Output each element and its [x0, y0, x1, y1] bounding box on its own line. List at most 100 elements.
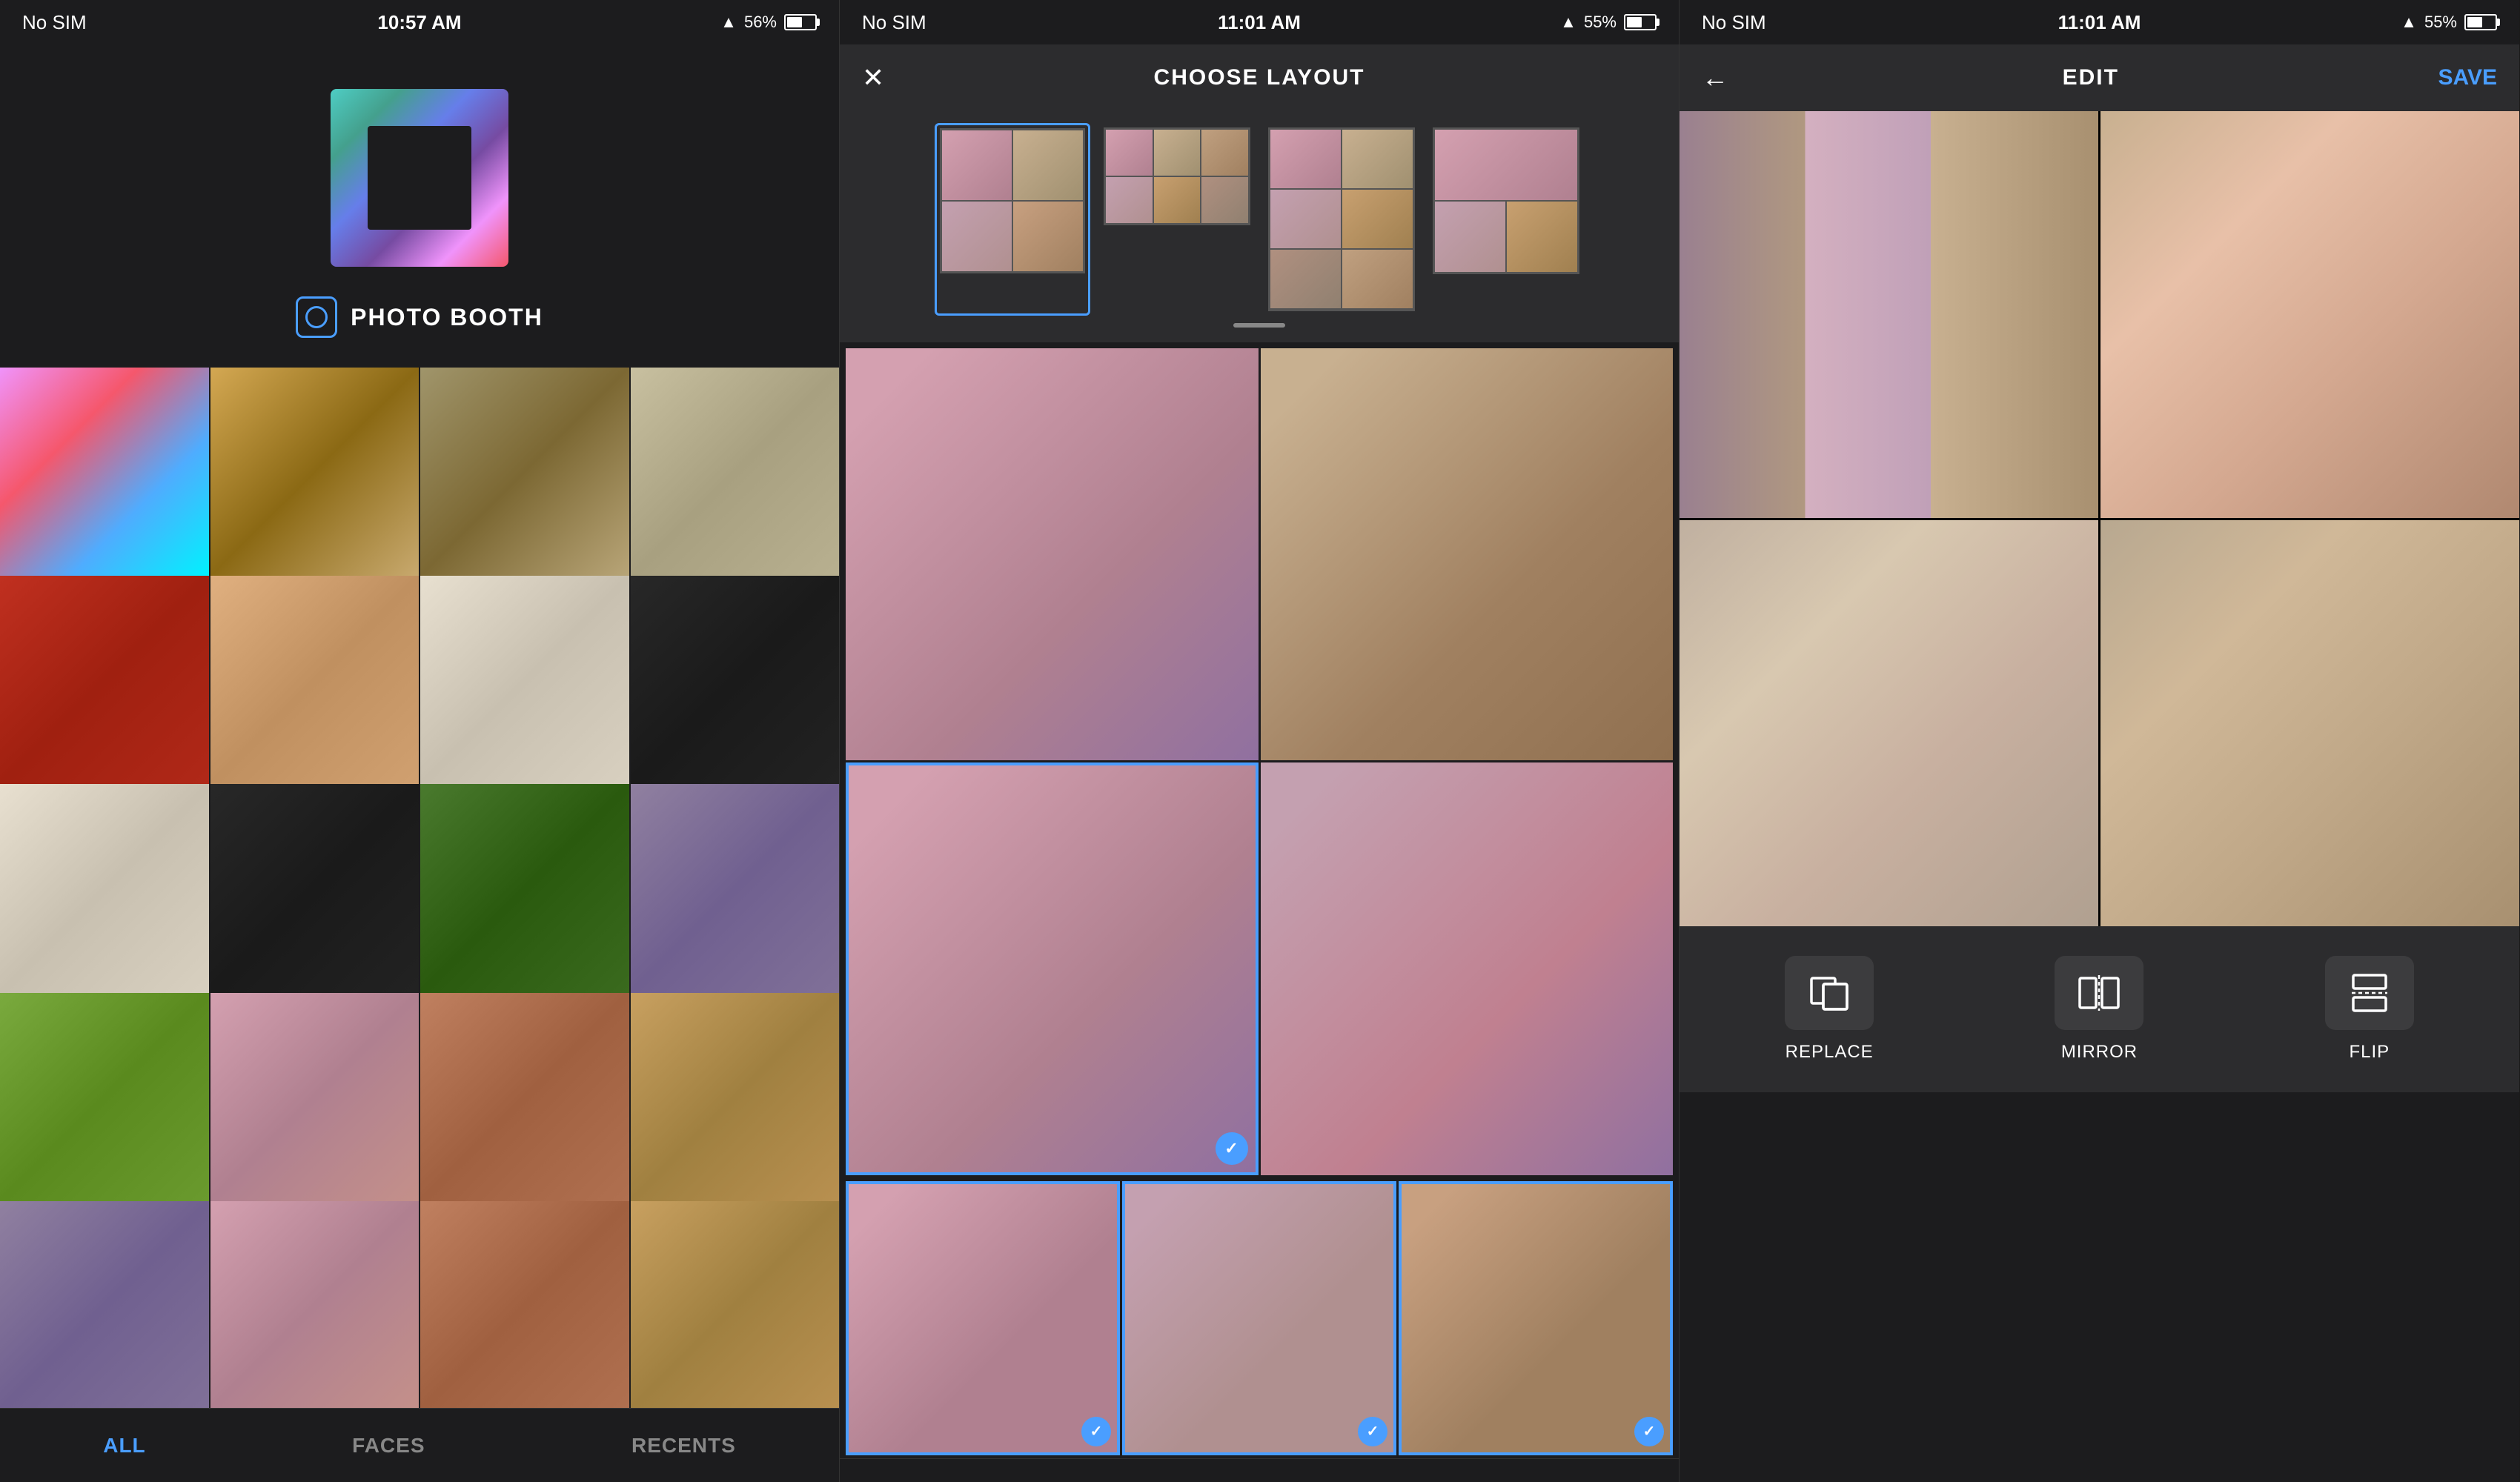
edit-cell-tl[interactable] — [1680, 111, 2098, 518]
battery-icon-1 — [784, 14, 817, 30]
time-2: 11:01 AM — [1218, 11, 1301, 34]
close-button[interactable]: ✕ — [862, 62, 884, 93]
layout-option-4[interactable] — [1428, 123, 1584, 316]
photo-cell[interactable] — [0, 576, 209, 785]
photo-cell[interactable] — [631, 368, 840, 576]
photo-grid — [0, 368, 839, 1408]
selected-cell-4[interactable] — [1261, 762, 1674, 1175]
sel-r2-2[interactable]: ✓ — [1122, 1181, 1396, 1455]
check-r2-3: ✓ — [1634, 1417, 1664, 1446]
carrier-2: No SIM — [862, 11, 926, 34]
edit-cell-bl[interactable] — [1680, 520, 2098, 927]
status-bar-3: No SIM 11:01 AM ▲ 55% — [1680, 0, 2519, 44]
photo-cell[interactable] — [0, 993, 209, 1202]
photo-cell[interactable] — [0, 368, 209, 576]
photo-cell[interactable] — [210, 993, 420, 1202]
photo-cell[interactable] — [420, 784, 629, 993]
layout-option-2x2[interactable] — [935, 123, 1090, 316]
photo-cell[interactable] — [0, 1201, 209, 1408]
check-icon-3: ✓ — [1216, 1132, 1248, 1165]
camera-icon — [296, 296, 337, 338]
photo-cell[interactable] — [631, 784, 840, 993]
layout-options-row — [852, 123, 1667, 316]
photo-cell[interactable] — [631, 576, 840, 785]
square-center-hole — [368, 126, 471, 230]
carrier-3: No SIM — [1702, 11, 1766, 34]
check-r2-1: ✓ — [1081, 1417, 1111, 1446]
edit-toolbar: REPLACE MIRROR — [1680, 926, 2519, 1092]
layout-option-tall[interactable] — [1264, 123, 1419, 316]
replace-tool[interactable]: REPLACE — [1785, 956, 1874, 1063]
photo-cell[interactable] — [420, 1201, 629, 1408]
battery-icon-3 — [2464, 14, 2497, 30]
back-button[interactable]: ← — [1702, 62, 1728, 93]
mirror-label: MIRROR — [2061, 1042, 2138, 1063]
selected-photos-area: ✓ — [840, 342, 1679, 1181]
replace-label: REPLACE — [1785, 1042, 1874, 1063]
status-right-2: ▲ 55% — [1560, 13, 1657, 32]
selected-photos-row2: ✓ ✓ ✓ — [840, 1181, 1679, 1458]
edit-cell-tr[interactable] — [2100, 111, 2519, 518]
photo-cell[interactable] — [210, 784, 420, 993]
photo-cell[interactable] — [210, 1201, 420, 1408]
save-button[interactable]: SAVE — [2438, 65, 2497, 90]
mirror-icon — [2077, 971, 2121, 1015]
battery-text-1: 56% — [744, 13, 777, 32]
photo-cell[interactable] — [631, 1201, 840, 1408]
tab-recents-1[interactable]: RECENTS — [631, 1434, 736, 1458]
camera-lens-icon — [305, 306, 328, 328]
photo-cell[interactable] — [420, 993, 629, 1202]
status-bar-1: No SIM 10:57 AM ▲ 56% — [0, 0, 839, 44]
flip-icon — [2347, 971, 2392, 1015]
edit-cell-br[interactable] — [2100, 520, 2519, 927]
tab-all-1[interactable]: ALL — [103, 1434, 145, 1458]
flip-icon-box — [2325, 956, 2414, 1030]
selected-cell-2[interactable] — [1261, 348, 1674, 761]
app-title: PHOTO BOOTH — [351, 304, 543, 331]
selected-cell-1[interactable] — [846, 348, 1259, 761]
logo-row: PHOTO BOOTH — [296, 296, 543, 338]
mirror-tool[interactable]: MIRROR — [2055, 956, 2143, 1063]
sel-r2-1[interactable]: ✓ — [846, 1181, 1120, 1455]
status-right-3: ▲ 55% — [2401, 13, 2497, 32]
selection-grid: ✓ — [846, 348, 1673, 1175]
bottom-tabs-1: ALL FACES RECENTS — [0, 1408, 839, 1482]
flip-label: FLIP — [2349, 1042, 2390, 1063]
screen2: No SIM 11:01 AM ▲ 55% ✕ CHOOSE LAYOUT — [840, 0, 1680, 1482]
rainbow-square — [331, 89, 508, 267]
replace-icon — [1807, 971, 1851, 1015]
photo-cell[interactable] — [0, 784, 209, 993]
photo-cell[interactable] — [210, 576, 420, 785]
status-right-1: ▲ 56% — [720, 13, 817, 32]
edit-title: EDIT — [1743, 65, 2438, 90]
battery-icon-2 — [1624, 14, 1657, 30]
tab-faces-1[interactable]: FACES — [352, 1434, 425, 1458]
layout-options-container — [840, 111, 1679, 342]
sel-r2-3[interactable]: ✓ — [1399, 1181, 1673, 1455]
screen1: No SIM 10:57 AM ▲ 56% PHOTO BOOTH — [0, 0, 840, 1482]
layout-option-3x2[interactable] — [1099, 123, 1255, 316]
edit-canvas — [1680, 111, 2519, 926]
signal-icon-1: ▲ — [720, 13, 737, 32]
signal-icon-3: ▲ — [2401, 13, 2417, 32]
choose-layout-bar: ✕ CHOOSE LAYOUT — [840, 44, 1679, 111]
edit-nav-bar: ← EDIT SAVE — [1680, 44, 2519, 111]
photo-cell[interactable] — [420, 368, 629, 576]
app-logo: PHOTO BOOTH — [0, 44, 839, 368]
selected-cell-3[interactable]: ✓ — [846, 762, 1259, 1175]
screen3: No SIM 11:01 AM ▲ 55% ← EDIT SAVE — [1680, 0, 2519, 1482]
photo-cell[interactable] — [631, 993, 840, 1202]
flip-tool[interactable]: FLIP — [2325, 956, 2414, 1063]
screen-title-2: CHOOSE LAYOUT — [1154, 65, 1365, 90]
time-3: 11:01 AM — [2058, 11, 2141, 34]
scroll-indicator — [852, 316, 1667, 330]
selection-grid-2: ✓ ✓ ✓ — [846, 1181, 1673, 1455]
replace-icon-box — [1785, 956, 1874, 1030]
mirror-icon-box — [2055, 956, 2143, 1030]
photo-cell[interactable] — [420, 576, 629, 785]
scroll-handle — [1233, 323, 1285, 328]
status-bar-2: No SIM 11:01 AM ▲ 55% — [840, 0, 1679, 44]
battery-text-3: 55% — [2424, 13, 2457, 32]
bottom-tabs-2: ALL FACES RECENTS — [840, 1458, 1679, 1482]
photo-cell[interactable] — [210, 368, 420, 576]
